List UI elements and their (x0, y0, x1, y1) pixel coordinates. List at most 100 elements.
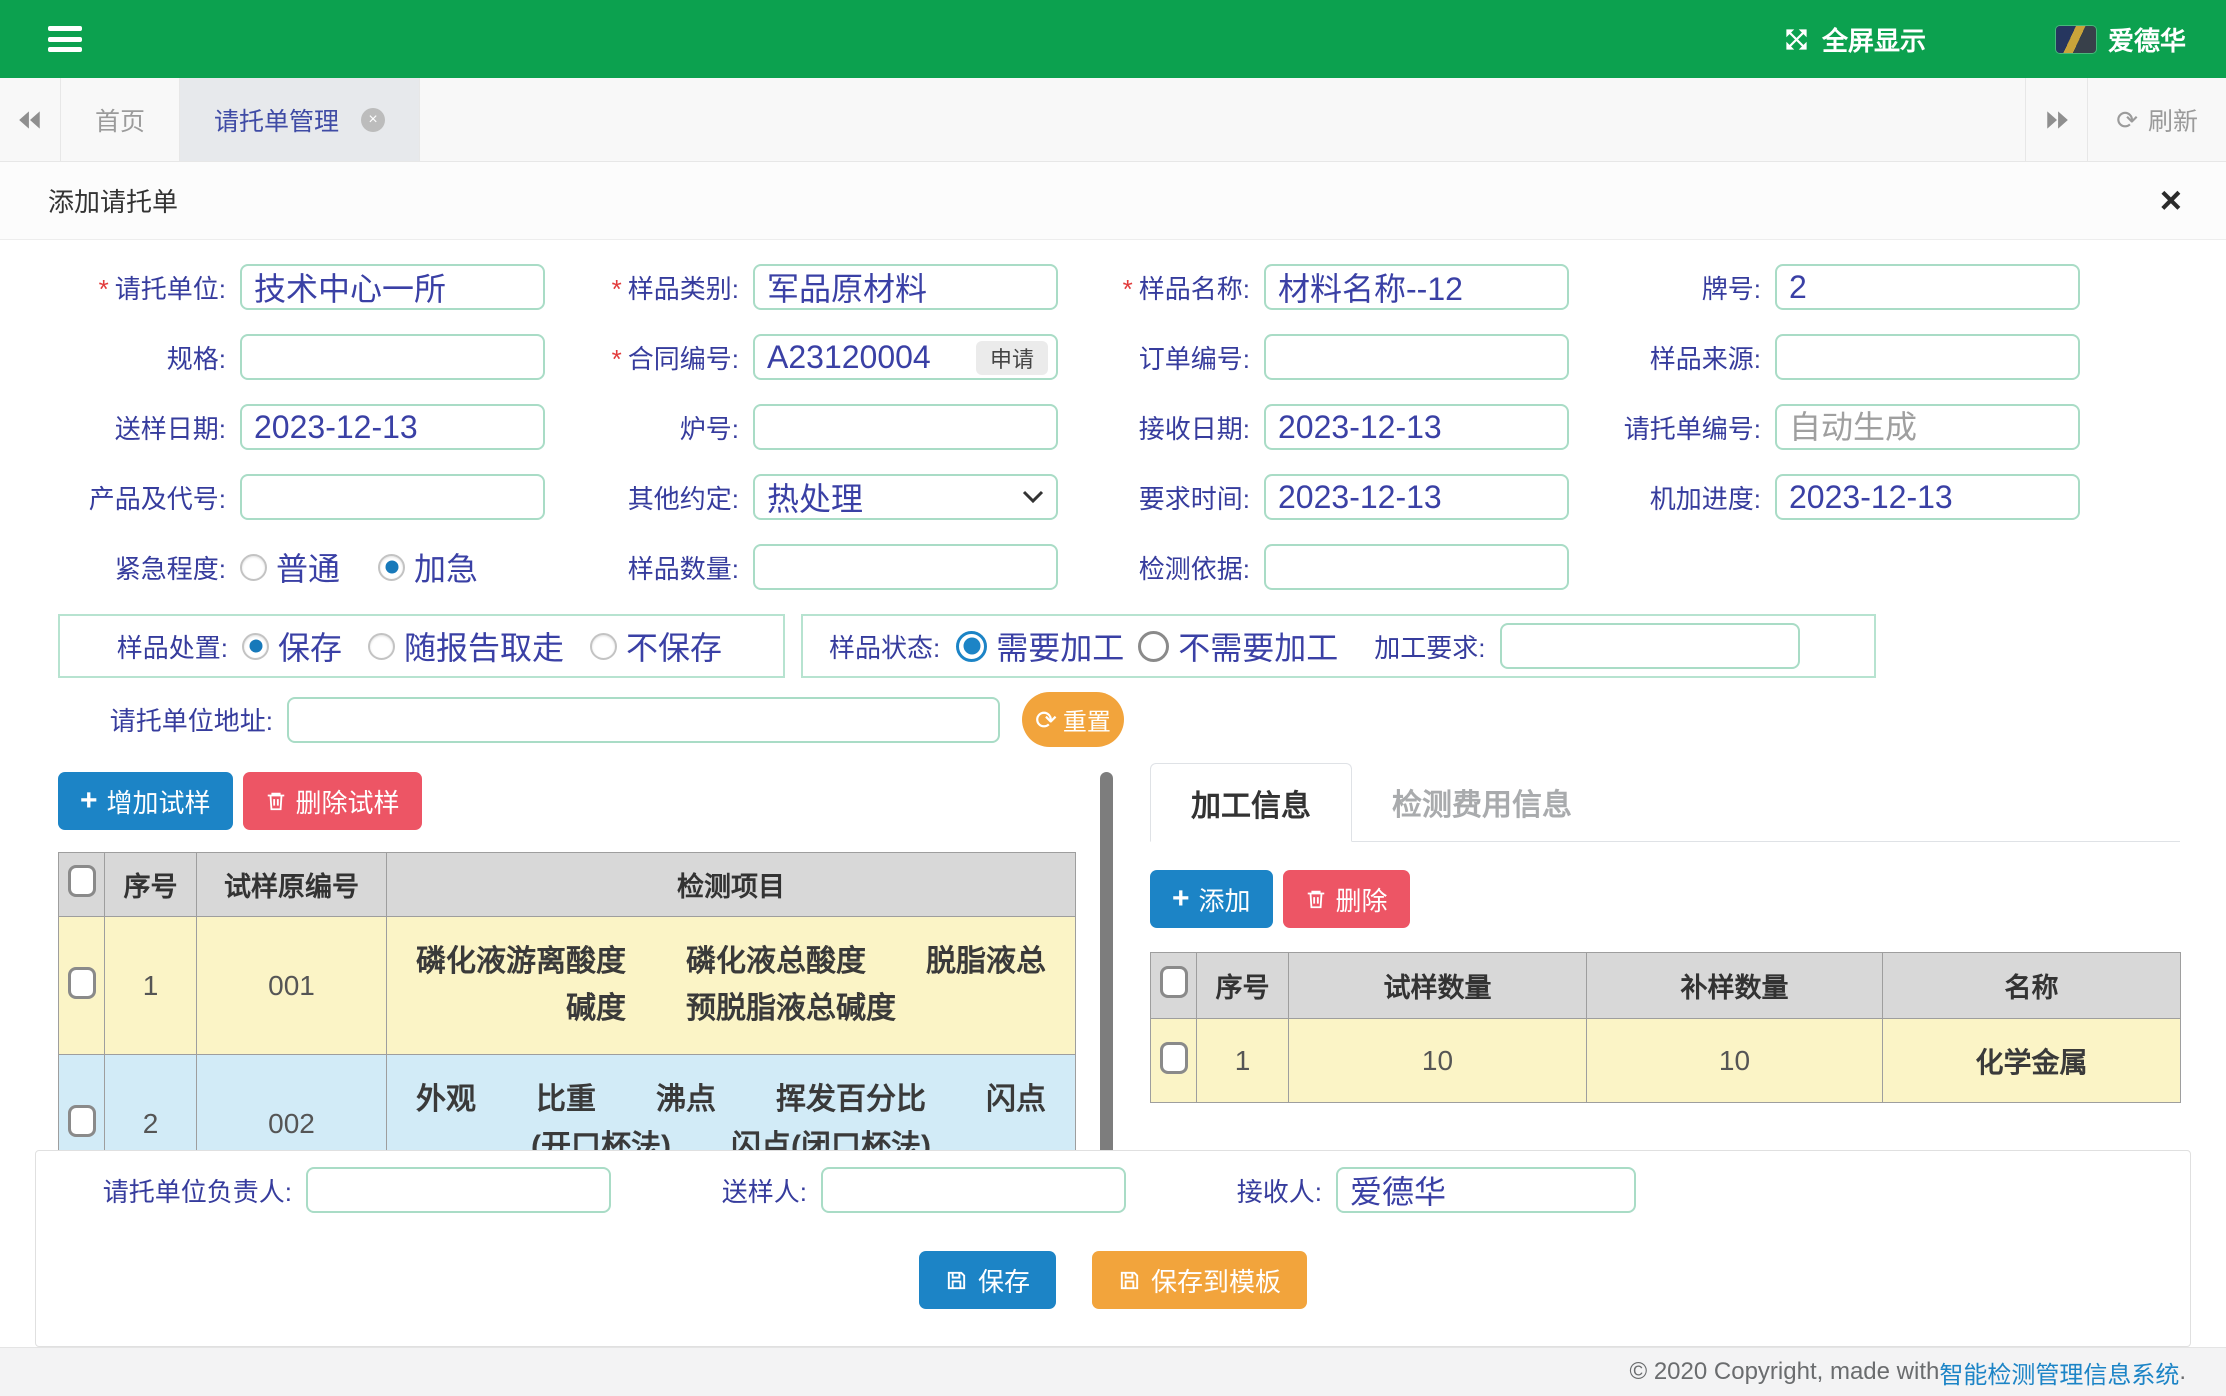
label-jsrq: 接收日期: (1058, 409, 1264, 446)
save-button[interactable]: 保存 (919, 1251, 1056, 1309)
row-checkbox[interactable] (68, 1105, 96, 1137)
supp-qty-cell: 10 (1587, 1019, 1883, 1103)
jsrq-input[interactable] (1264, 404, 1569, 450)
name-cell: 化学金属 (1883, 1019, 2181, 1103)
sample-table-row[interactable]: 2 002 外观 比重 沸点 挥发百分比 闪点(开口杯法) 闪点(闭口杯法) (59, 1055, 1076, 1158)
tab-close-icon[interactable]: × (361, 108, 385, 132)
tab-processing-info[interactable]: 加工信息 (1150, 763, 1352, 842)
tabs-scroll-right-button[interactable] (2025, 78, 2087, 161)
reset-button[interactable]: ⟳ 重置 (1022, 692, 1124, 747)
jcyj-input[interactable] (1264, 544, 1569, 590)
tabs-scroll-left-button[interactable] (0, 78, 60, 161)
seq-cell: 1 (1197, 1019, 1289, 1103)
label-yply: 样品来源: (1569, 339, 1775, 376)
disposal-option-discard[interactable]: 不保存 (590, 623, 722, 669)
trash-icon (265, 790, 287, 812)
status-option-need-processing[interactable]: 需要加工 (956, 623, 1124, 669)
gg-input[interactable] (240, 334, 545, 380)
col-supplement-qty: 补样数量 (1587, 953, 1883, 1019)
urgency-radio-group: 普通 加急 (240, 544, 545, 590)
lh-input[interactable] (753, 404, 1058, 450)
row-checkbox[interactable] (1160, 1042, 1188, 1074)
sample-status-group: 样品状态: 需要加工 不需要加工 加工要求: (801, 614, 1876, 678)
urgency-option-normal[interactable]: 普通 (240, 544, 340, 590)
jgyq-input[interactable] (1500, 623, 1800, 669)
add-processing-button[interactable]: + 添加 (1150, 870, 1273, 928)
refresh-icon: ⟳ (2116, 107, 2138, 133)
label-fzr: 请托单位负责人: (36, 1172, 306, 1209)
cpjdh-input[interactable] (240, 474, 545, 520)
select-all-checkbox[interactable] (1160, 966, 1188, 998)
ph-input[interactable] (1775, 264, 2080, 310)
status-option-no-processing[interactable]: 不需要加工 (1138, 623, 1338, 669)
qtdbh-input[interactable] (1775, 404, 2080, 450)
sample-table-row[interactable]: 1 001 磷化液游离酸度 磷化液总酸度 脱脂液总碱度 预脱脂液总碱度 (59, 917, 1076, 1055)
label-htbh: *合同编号: (545, 339, 753, 376)
delete-processing-button[interactable]: 删除 (1283, 870, 1410, 928)
label-gg: 规格: (48, 339, 240, 376)
save-to-template-button[interactable]: 保存到模板 (1092, 1251, 1307, 1309)
dialog-close-icon[interactable]: × (2160, 182, 2182, 220)
label-qtdbh: 请托单编号: (1569, 409, 1775, 446)
label-jcyj: 检测依据: (1058, 549, 1264, 586)
disposal-option-take-with-report[interactable]: 随报告取走 (368, 623, 564, 669)
qtyd-selected-value: 热处理 (767, 474, 1022, 520)
double-chevron-left-icon (17, 107, 43, 133)
fullscreen-button[interactable]: 全屏显示 (1783, 21, 1926, 58)
user-menu[interactable]: 爱德华 (2056, 21, 2186, 58)
syrq-input[interactable] (240, 404, 545, 450)
select-all-header (59, 853, 105, 917)
yply-input[interactable] (1775, 334, 2080, 380)
select-all-checkbox[interactable] (68, 865, 96, 897)
yplb-input[interactable] (753, 264, 1058, 310)
menu-toggle-icon[interactable] (48, 26, 82, 52)
radio-icon (240, 554, 267, 581)
tab-test-fee-info[interactable]: 检测费用信息 (1352, 762, 1612, 841)
trash-icon (1305, 888, 1327, 910)
select-all-header (1151, 953, 1197, 1019)
processing-table-row[interactable]: 1 10 10 化学金属 (1151, 1019, 2181, 1103)
delete-sample-button[interactable]: 删除试样 (243, 772, 422, 830)
jjjd-input[interactable] (1775, 474, 2080, 520)
col-sample-code: 试样原编号 (197, 853, 387, 917)
disposal-option-keep[interactable]: 保存 (242, 623, 342, 669)
contract-apply-button[interactable]: 申请 (976, 341, 1048, 375)
qtyd-select[interactable]: 热处理 (753, 474, 1058, 520)
ypmc-input[interactable] (1264, 264, 1569, 310)
fullscreen-label: 全屏显示 (1822, 21, 1926, 58)
label-cpjdh: 产品及代号: (48, 479, 240, 516)
radio-icon (368, 633, 395, 660)
syr-input[interactable] (821, 1167, 1126, 1213)
expand-arrows-icon (1783, 26, 1810, 53)
tab-request-order[interactable]: 请托单管理 × (180, 78, 420, 161)
tab-home[interactable]: 首页 (60, 78, 180, 161)
col-sample-qty: 试样数量 (1289, 953, 1587, 1019)
items-cell: 磷化液游离酸度 磷化液总酸度 脱脂液总碱度 预脱脂液总碱度 (387, 917, 1076, 1055)
yqsj-input[interactable] (1264, 474, 1569, 520)
status-radio-group: 需要加工 不需要加工 (956, 623, 1338, 669)
required-mark: * (612, 344, 622, 374)
dialog-header: 添加请托单 × (0, 162, 2226, 240)
urgency-option-rush[interactable]: 加急 (378, 544, 478, 590)
fzr-input[interactable] (306, 1167, 611, 1213)
ypsl-input[interactable] (753, 544, 1058, 590)
chevron-down-icon (1022, 490, 1044, 504)
radio-icon (956, 631, 987, 662)
jsr-input[interactable] (1336, 1167, 1636, 1213)
signature-bar: 请托单位负责人: 送样人: 接收人: 保存 保存到模板 (35, 1150, 2191, 1347)
add-sample-button[interactable]: + 增加试样 (58, 772, 233, 830)
qtdwdz-input[interactable] (287, 697, 1000, 743)
refresh-label: 刷新 (2148, 102, 2198, 138)
label-qtdw: *请托单位: (48, 269, 240, 306)
required-mark: * (99, 274, 109, 304)
label-ypcz: 样品处置: (60, 628, 242, 665)
request-order-form: *请托单位: *样品类别: *样品名称: 牌号: 规格: *合同编号: 申请 订… (0, 240, 2226, 747)
ddbh-input[interactable] (1264, 334, 1569, 380)
top-navbar: 全屏显示 爱德华 (0, 0, 2226, 78)
system-link[interactable]: 智能检测管理信息系统 (1939, 1355, 2179, 1390)
qtdw-input[interactable] (240, 264, 545, 310)
row-checkbox[interactable] (68, 967, 96, 999)
refresh-button[interactable]: ⟳ 刷新 (2087, 78, 2226, 161)
vertical-scrollbar-thumb[interactable] (1100, 772, 1113, 1157)
label-ph: 牌号: (1569, 269, 1775, 306)
